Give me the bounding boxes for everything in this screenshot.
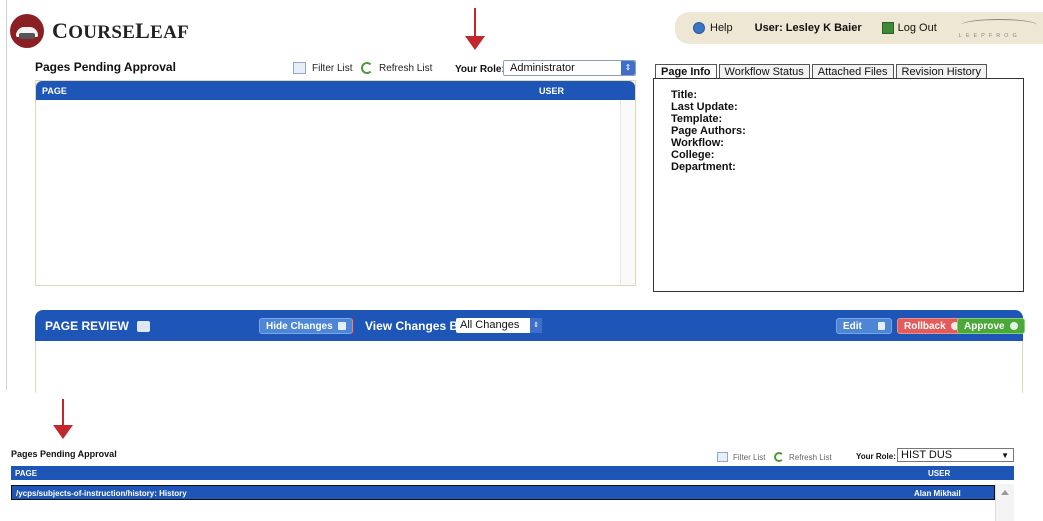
refresh-list-button[interactable]: Refresh List [361,62,432,74]
table-body [36,100,620,285]
info-last-update: Last Update: [671,101,738,113]
logo-text: COURSELEAF [52,18,190,43]
compare-icon [337,322,346,330]
inset-pending-title: Pages Pending Approval [11,449,117,459]
pending-title: Pages Pending Approval [35,60,176,74]
tab-page-info[interactable]: Page Info [655,64,717,79]
inset-refresh-list-button[interactable]: Refresh List [774,452,832,462]
courseleaf-logo: COURSELEAF [10,14,189,48]
chevron-down-icon: ▼ [1001,451,1009,460]
courseleaf-page: COURSELEAF Help User: Lesley K Baier Log… [0,0,1043,521]
info-tabs: Page Info Workflow Status Attached Files… [655,64,989,79]
view-changes-label: View Changes By: [365,319,469,333]
page-review-title: PAGE REVIEW [45,319,150,333]
logout-icon [881,22,894,34]
annotation-arrow-icon [463,8,487,50]
info-template: Template: [671,113,723,125]
edit-icon [877,322,885,330]
info-workflow: Workflow: [671,137,724,149]
help-link[interactable]: Help [693,22,733,34]
page-review-bar: PAGE REVIEW Hide Changes View Changes By… [35,310,1025,341]
annotation-arrow-icon [51,399,75,439]
info-college: College: [671,149,715,161]
logo-emblem-icon [10,14,44,48]
divider [353,317,354,335]
refresh-icon [774,452,784,462]
info-page-authors: Page Authors: [671,125,746,137]
inset-col-page[interactable]: PAGE [15,469,37,478]
filter-list-icon [293,62,306,74]
rollback-button[interactable]: Rollback [897,318,966,334]
row-page-path: /ycps/subjects-of-instruction/history: H… [16,489,187,498]
refresh-icon [361,62,373,74]
approve-icon [1009,322,1018,330]
current-user: User: Lesley K Baier [754,22,862,34]
view-changes-select[interactable]: All Changes ⇕ [456,318,542,333]
inset-col-user[interactable]: USER [928,469,950,478]
hide-changes-button[interactable]: Hide Changes [259,318,353,334]
info-department: Department: [671,161,736,173]
user-bar: Help User: Lesley K Baier Log Out LEEPFR… [675,12,1043,44]
role-label: Your Role: [455,64,505,75]
logout-button[interactable]: Log Out [881,22,937,34]
scrollbar[interactable] [995,484,1014,521]
table-row[interactable]: /ycps/subjects-of-instruction/history: H… [11,485,995,500]
inset-table-header: PAGE USER [11,466,1014,480]
col-user[interactable]: USER [539,86,564,96]
select-arrow-icon: ⇕ [621,61,635,75]
help-icon [693,22,705,34]
row-user: Alan Mikhail [914,489,961,498]
print-icon[interactable] [136,320,150,332]
tab-workflow-status[interactable]: Workflow Status [718,64,810,79]
edit-button[interactable]: Edit [836,318,892,334]
filter-list-button[interactable]: Filter List [293,62,353,74]
page-review-body [35,341,1023,393]
inset-role-select[interactable]: HIST DUS ▼ [897,448,1014,462]
select-arrow-icon: ⇕ [530,318,542,333]
page-info-panel: Title: Last Update: Template: Page Autho… [653,78,1024,292]
inset-role-label: Your Role: [856,452,896,461]
tab-revision-history[interactable]: Revision History [895,64,987,79]
scroll-up-icon[interactable] [1001,490,1009,495]
tab-attached-files[interactable]: Attached Files [811,64,894,79]
inset-filter-list-button[interactable]: Filter List [717,452,765,462]
role-select[interactable]: Administrator ⇕ [503,60,636,76]
pending-table: PAGE USER [35,80,636,286]
col-page[interactable]: PAGE [42,86,67,96]
info-title: Title: [671,89,698,101]
table-header: PAGE USER [36,81,635,100]
divider [6,0,7,390]
filter-list-icon [717,452,728,462]
leepfrog-logo: LEEPFROG [957,15,1041,41]
approve-button[interactable]: Approve [957,318,1025,334]
scrollbar[interactable] [620,100,635,285]
